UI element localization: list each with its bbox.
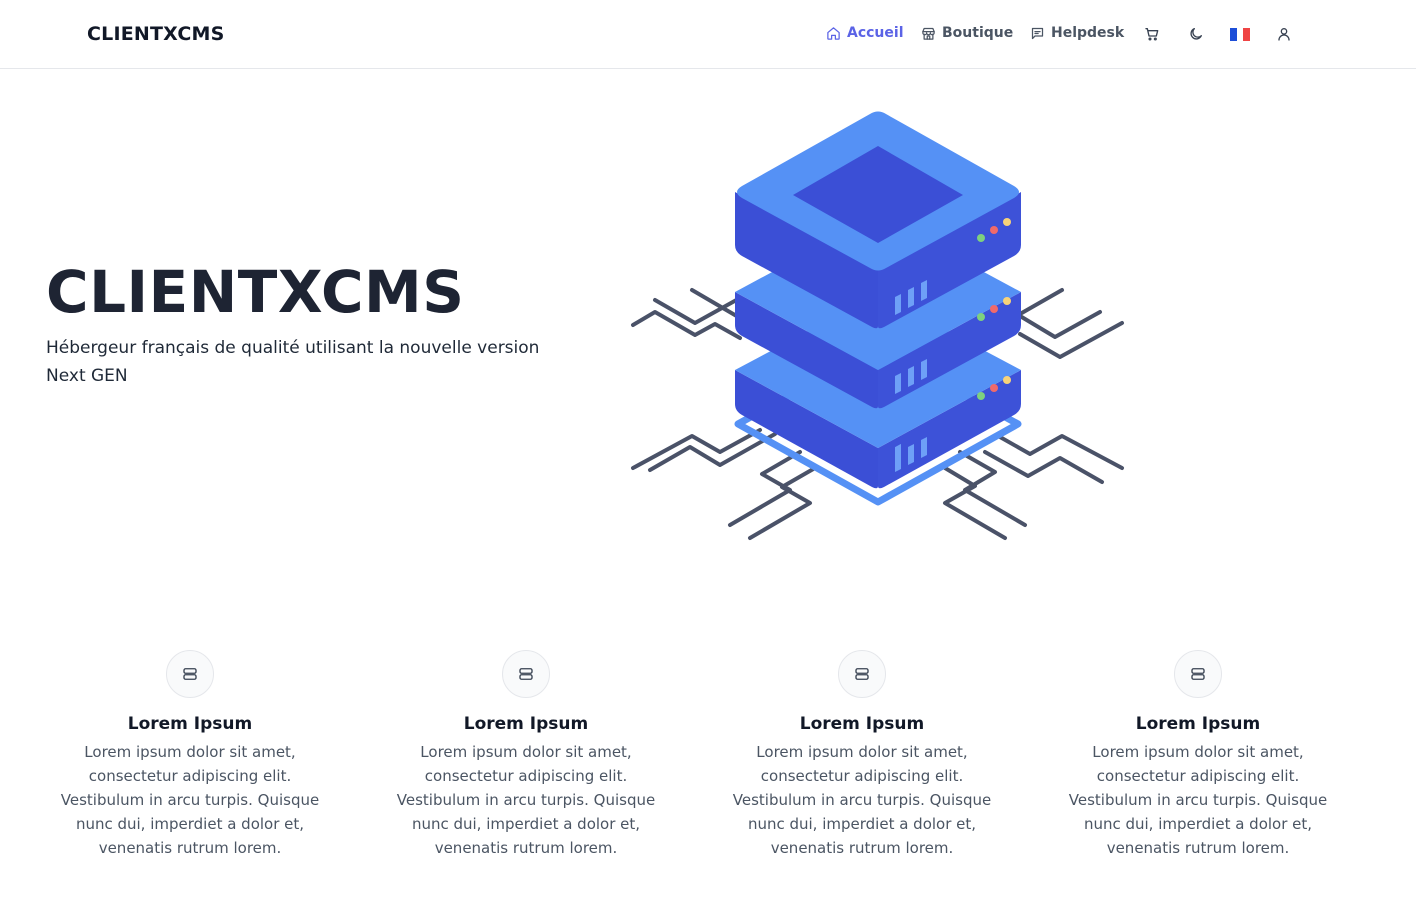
feature-card: Lorem Ipsum Lorem ipsum dolor sit amet, …: [381, 650, 671, 860]
feature-text: Lorem ipsum dolor sit amet, consectetur …: [1068, 743, 1328, 857]
account-button[interactable]: [1274, 24, 1294, 44]
server-icon: [855, 668, 869, 680]
store-icon: [922, 27, 935, 40]
user-icon: [1278, 28, 1290, 41]
nav-link-accueil[interactable]: Accueil: [826, 25, 904, 41]
navbar: CLIENTXCMS Accueil Boutique Helpdesk: [0, 0, 1416, 69]
feature-icon-badge: [838, 650, 886, 698]
feature-icon-badge: [1174, 650, 1222, 698]
feature-card: Lorem Ipsum Lorem ipsum dolor sit amet, …: [45, 650, 335, 860]
home-icon: [827, 26, 840, 40]
server-icon: [519, 668, 533, 680]
feature-title: Lorem Ipsum: [127, 714, 253, 734]
feature-title: Lorem Ipsum: [799, 714, 925, 734]
server-icon: [1191, 668, 1205, 680]
language-button[interactable]: [1230, 24, 1251, 44]
feature-card: Lorem Ipsum Lorem ipsum dolor sit amet, …: [717, 650, 1007, 860]
feature-card: Lorem Ipsum Lorem ipsum dolor sit amet, …: [1053, 650, 1343, 860]
feature-icon-badge: [502, 650, 550, 698]
nav-link-boutique[interactable]: Boutique: [921, 25, 1013, 41]
feature-title: Lorem Ipsum: [463, 714, 589, 734]
message-icon: [1031, 27, 1044, 39]
cart-icon: [1145, 28, 1159, 41]
nav-link-label: Helpdesk: [1051, 25, 1125, 41]
theme-toggle-button[interactable]: [1186, 24, 1206, 44]
feature-title: Lorem Ipsum: [1135, 714, 1261, 734]
hero-title: CLIENTXCMS: [46, 258, 465, 326]
hero-subtitle: Hébergeur français de qualité utilisant …: [46, 338, 540, 386]
main-nav: Accueil Boutique Helpdesk: [0, 0, 1416, 69]
nav-link-helpdesk[interactable]: Helpdesk: [1030, 25, 1124, 41]
nav-link-label: Boutique: [942, 25, 1014, 41]
nav-link-label: Accueil: [847, 25, 904, 41]
flag-fr-icon: [1230, 27, 1251, 41]
feature-text: Lorem ipsum dolor sit amet, consectetur …: [732, 743, 992, 857]
feature-text: Lorem ipsum dolor sit amet, consectetur …: [396, 743, 656, 857]
feature-text: Lorem ipsum dolor sit amet, consectetur …: [60, 743, 320, 857]
moon-icon: [1190, 28, 1202, 40]
feature-icon-badge: [166, 650, 214, 698]
server-illustration: [631, 111, 1124, 540]
server-icon: [183, 668, 197, 680]
cart-button[interactable]: [1142, 24, 1162, 44]
